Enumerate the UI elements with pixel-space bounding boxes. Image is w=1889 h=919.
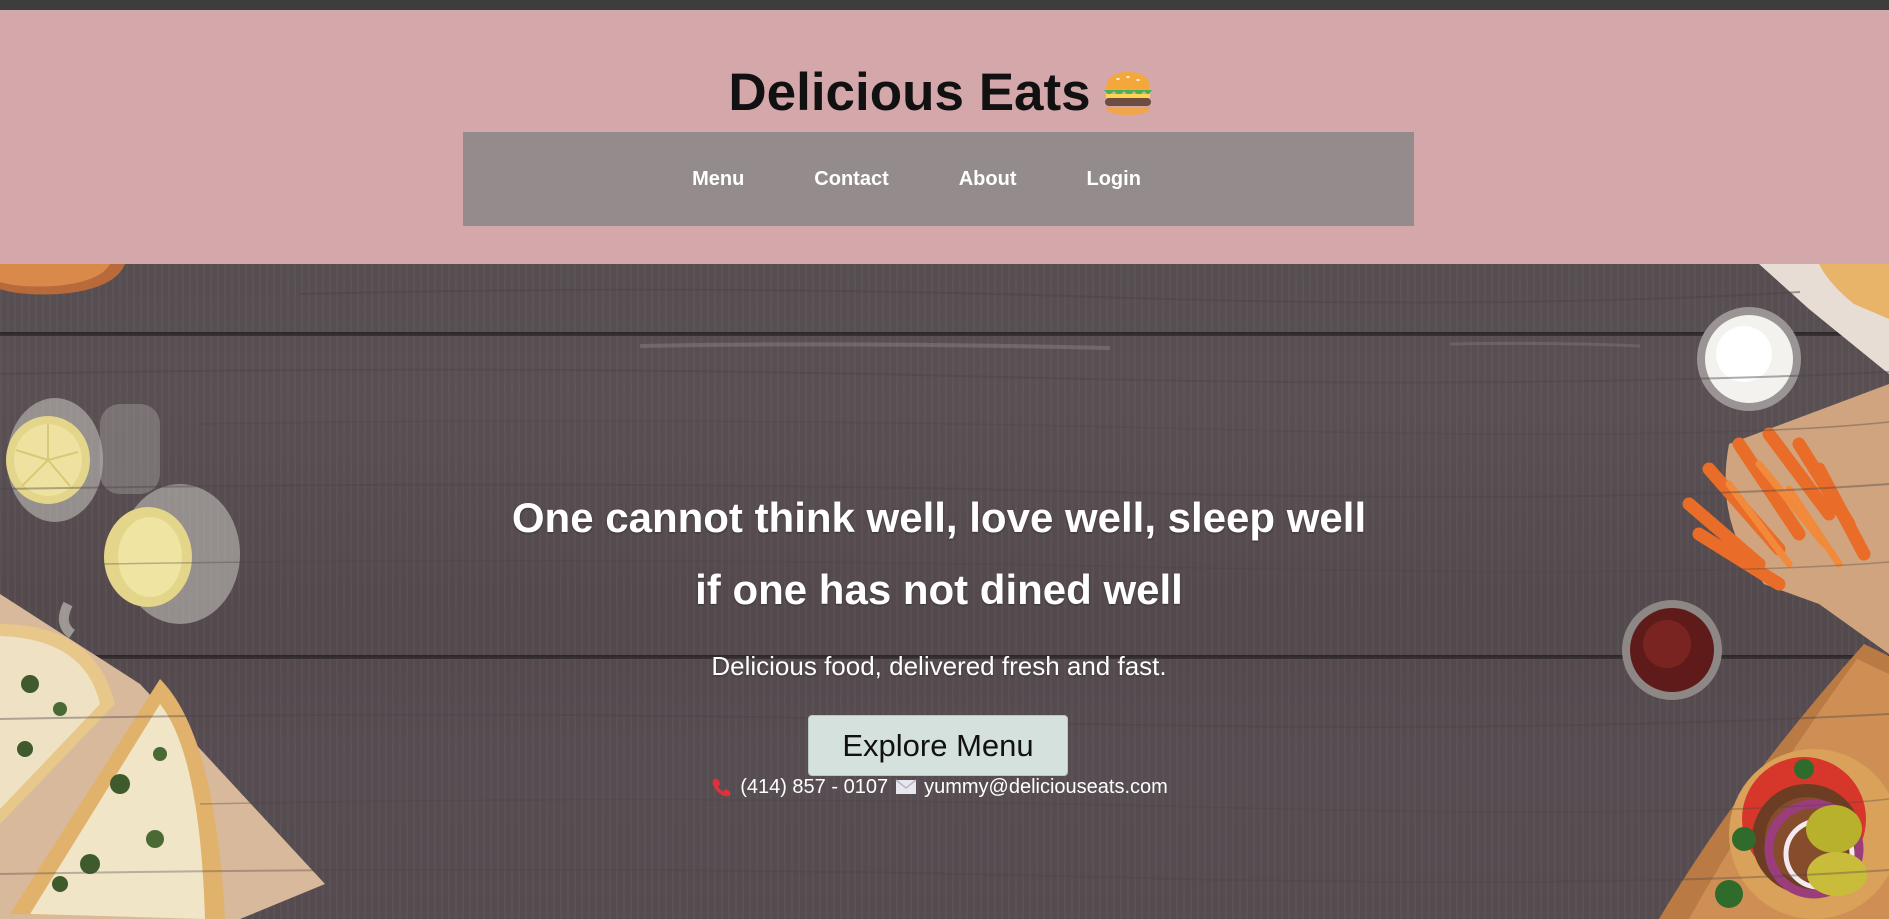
quote-line-1: One cannot think well, love well, sleep … — [511, 494, 1367, 541]
explore-menu-button[interactable]: Explore Menu — [808, 715, 1068, 776]
contact-info: (414) 857 - 0107 yummy@deliciouseats.com — [0, 775, 1878, 803]
hero-tagline: Delicious food, delivered fresh and fast… — [711, 651, 1167, 681]
contact-row: (414) 857 - 0107 yummy@deliciouseats.com — [710, 775, 1168, 799]
main-nav: Menu Contact About Login — [463, 132, 1414, 226]
hero-quote: One cannot think well, love well, sleep … — [0, 482, 1878, 626]
brand-link[interactable]: Delicious Eats — [728, 60, 1154, 126]
nav-item-contact[interactable]: Contact — [814, 168, 888, 191]
nav-item-login[interactable]: Login — [1087, 168, 1141, 191]
envelope-icon — [895, 779, 917, 794]
brand-title: Delicious Eats — [728, 63, 1091, 122]
quote-line-2: if one has not dined well — [695, 566, 1183, 613]
email-address[interactable]: yummy@deliciouseats.com — [924, 775, 1168, 799]
nav-list: Menu Contact About Login — [692, 168, 1141, 191]
nav-item-menu[interactable]: Menu — [692, 168, 744, 191]
phone-number[interactable]: (414) 857 - 0107 — [740, 775, 888, 799]
top-strip — [0, 0, 1889, 10]
nav-item-about[interactable]: About — [959, 168, 1017, 191]
hamburger-icon — [1103, 72, 1152, 115]
phone-icon — [712, 778, 731, 797]
site-header: Delicious Eats Menu Contact About Login — [0, 10, 1889, 264]
brand: Delicious Eats — [0, 60, 1889, 126]
